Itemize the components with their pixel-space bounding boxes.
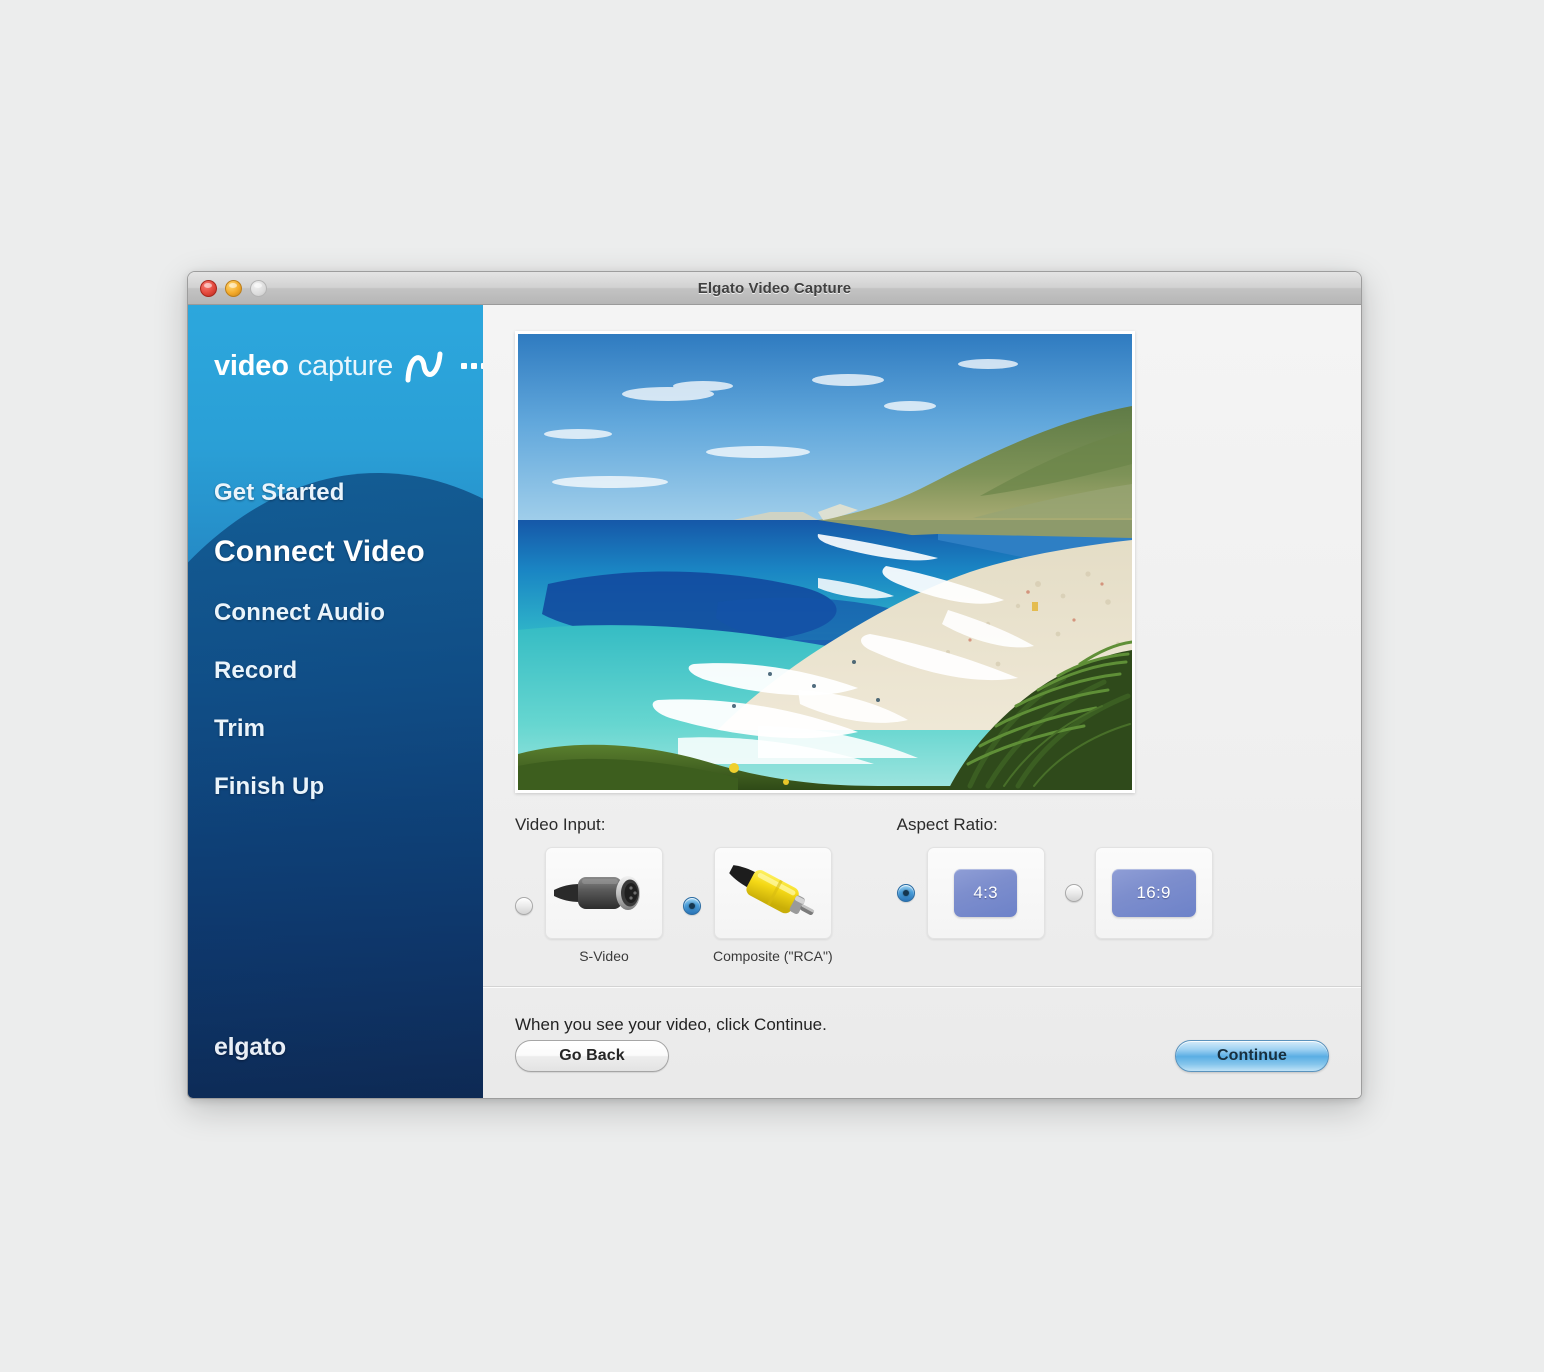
aspect-16-9-tile-label: 16:9 (1111, 869, 1196, 917)
radio-aspect-16-9[interactable] (1064, 884, 1083, 902)
aspect-ratio-option-16-9[interactable]: 16:9 (1064, 847, 1213, 939)
brand-word-primary: video (214, 349, 289, 382)
rca-connector-icon[interactable] (713, 847, 832, 939)
sidebar-item-finish-up[interactable]: Finish Up (214, 773, 483, 801)
inputs-row: Video Input: S-Video Composite ("RCA") A… (483, 815, 1361, 964)
elgato-logo: elgato (214, 1033, 286, 1061)
radio-aspect-4-3[interactable] (896, 884, 915, 902)
window-body: video capture Get Started Connect Video … (188, 305, 1361, 1098)
aspect-ratio-option-4-3[interactable]: 4:3 (896, 847, 1045, 939)
s-video-choice-column: S-Video (545, 847, 663, 964)
aspect-ratio-label: Aspect Ratio: (896, 815, 998, 834)
sidebar-nav: Get Started Connect Video Connect Audio … (188, 479, 483, 801)
traffic-lights (200, 279, 267, 297)
s-video-connector-icon[interactable] (545, 847, 663, 939)
composite-choice-column: Composite ("RCA") (713, 847, 833, 964)
sidebar-item-get-started[interactable]: Get Started (214, 479, 483, 507)
radio-composite[interactable] (683, 896, 701, 915)
video-input-options: S-Video Composite ("RCA") (515, 847, 833, 964)
video-input-group: Video Input: S-Video Composite ("RCA") (515, 815, 833, 964)
video-preview (518, 334, 1132, 790)
main-content: Video Input: S-Video Composite ("RCA") A… (483, 305, 1361, 1098)
video-input-option-composite[interactable]: Composite ("RCA") (683, 847, 833, 964)
brand-dots-icon (461, 363, 483, 369)
sidebar-item-record[interactable]: Record (214, 657, 483, 685)
aspect-4-3-thumbnail[interactable]: 4:3 (926, 847, 1045, 939)
aspect-16-9-thumbnail[interactable]: 16:9 (1094, 847, 1213, 939)
application-window: Elgato Video Capture video capture Get S… (187, 271, 1362, 1099)
video-input-option-s-video[interactable]: S-Video (515, 847, 663, 964)
close-button-icon[interactable] (200, 279, 217, 297)
aspect-16-9-column: 16:9 (1094, 847, 1213, 939)
composite-caption: Composite ("RCA") (713, 948, 833, 964)
s-video-caption: S-Video (579, 948, 629, 964)
continue-button[interactable]: Continue (1175, 1040, 1329, 1072)
sidebar: video capture Get Started Connect Video … (188, 305, 483, 1098)
aspect-ratio-options: 4:3 16:9 (896, 847, 1213, 939)
aspect-4-3-column: 4:3 (926, 847, 1045, 939)
window-title: Elgato Video Capture (697, 279, 852, 297)
window-titlebar[interactable]: Elgato Video Capture (188, 272, 1361, 305)
sidebar-item-trim[interactable]: Trim (214, 715, 483, 743)
aspect-ratio-group: Aspect Ratio: 4:3 16:9 (896, 815, 1213, 964)
sidebar-item-connect-video[interactable]: Connect Video (214, 535, 483, 569)
video-preview-frame (515, 331, 1135, 793)
radio-s-video[interactable] (515, 896, 533, 915)
instruction-text: When you see your video, click Continue. (515, 1015, 827, 1034)
brand-word-secondary: capture (297, 349, 394, 382)
video-input-label: Video Input: (515, 815, 606, 834)
aspect-4-3-tile-label: 4:3 (954, 869, 1018, 917)
zoom-button-icon[interactable] (250, 279, 267, 297)
waveform-icon (405, 349, 451, 383)
go-back-button[interactable]: Go Back (515, 1040, 669, 1072)
minimize-button-icon[interactable] (225, 279, 242, 297)
brand-logo: video capture (214, 349, 483, 383)
sidebar-item-connect-audio[interactable]: Connect Audio (214, 599, 483, 627)
button-bar: Go Back Continue (483, 1040, 1361, 1098)
